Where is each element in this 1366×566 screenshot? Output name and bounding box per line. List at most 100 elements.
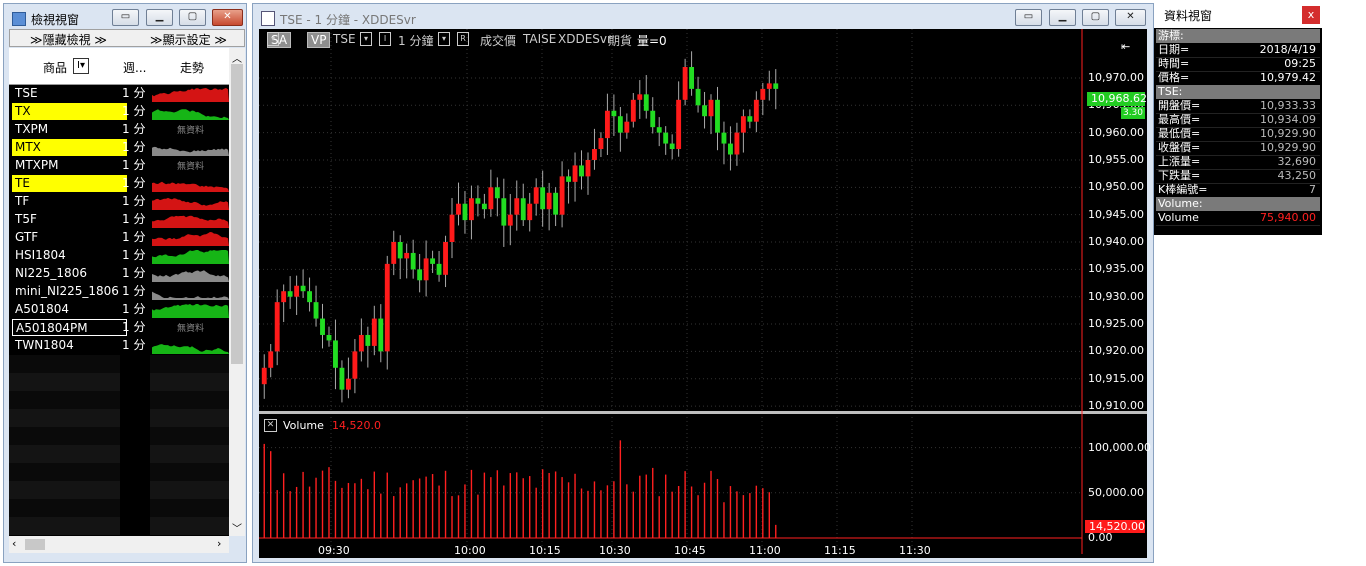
info-row-key: 上漲量= [1158,155,1201,168]
close-button[interactable]: ✕ [212,9,243,26]
watch-row-symbol[interactable]: MTX [12,139,127,156]
scroll-thumb[interactable] [231,64,243,364]
candle-body [430,258,436,264]
sa-dropdown-icon[interactable]: ▾ [267,32,279,46]
watch-row-symbol[interactable]: NI225_1806 [12,265,127,282]
time-tick-label: 09:30 [318,544,350,557]
chart-settings-button[interactable]: ▭ [1015,9,1042,26]
chart-close-button[interactable]: ✕ [1115,9,1146,26]
chart-minimize-button[interactable]: ▁ [1049,9,1076,26]
interval-type-icon[interactable]: I [379,32,391,46]
watch-vertical-scrollbar[interactable]: ︿ ﹀ [229,48,245,536]
watch-row[interactable]: A501804 1 分 [9,301,229,319]
hide-view-button[interactable]: ≫隱藏檢視 ≫ [30,31,107,48]
scroll-down-arrow-icon[interactable]: ﹀ [232,520,242,535]
watch-row-symbol[interactable]: TSE [12,85,127,102]
chart-maximize-button[interactable]: ▢ [1082,9,1109,26]
maximize-button[interactable]: ▢ [179,9,206,26]
watch-row[interactable]: TX 1 分 [9,103,229,121]
watch-empty-row [9,355,229,373]
watch-empty-row [9,517,229,535]
watch-row[interactable]: HSI1804 1 分 [9,247,229,265]
watch-row[interactable]: TXPM 1 分 無資料 [9,121,229,139]
interval-dropdown-icon[interactable]: ▾ [438,32,450,46]
panel-separator [259,411,1147,414]
watch-row[interactable]: TSE 1 分 [9,85,229,103]
watch-row-symbol[interactable]: HSI1804 [12,247,127,264]
watch-row-symbol[interactable]: T5F [12,211,127,228]
display-settings-button[interactable]: ≫顯示設定 ≫ [150,31,227,48]
candle-body [617,116,623,133]
vp-button[interactable]: VP [307,32,331,48]
candle-body [579,165,584,177]
watch-row[interactable]: GTF 1 分 [9,229,229,247]
price-tick-label: 10,915.00 [1088,371,1144,385]
info-row-value: 10,929.90 [1260,127,1316,140]
watch-row-period: 1 分 [122,284,146,298]
watch-row[interactable]: T5F 1 分 [9,211,229,229]
range-icon[interactable]: R [457,32,469,46]
watch-row[interactable]: TE 1 分 [9,175,229,193]
info-row-key: Volume: [1158,197,1203,210]
watch-row-symbol[interactable]: TF [12,193,127,210]
scroll-up-arrow-icon[interactable]: ︿ [232,50,242,65]
settings-button[interactable]: ▭ [112,9,139,26]
candle-body [313,302,319,319]
watch-row-period: 1 分 [122,140,146,154]
watch-row[interactable]: MTXPM 1 分 無資料 [9,157,229,175]
watch-row[interactable]: TF 1 分 [9,193,229,211]
price-tick-label: 10,955.00 [1088,152,1144,166]
scroll-right-arrow-icon[interactable]: › [217,537,221,550]
col-trend[interactable]: 走勢 [180,59,204,76]
info-row: 時間= 09:25 [1156,57,1320,72]
symbol-dropdown-icon[interactable]: ▾ [360,32,372,46]
scroll-left-arrow-icon[interactable]: ‹ [12,537,16,550]
candle-body [391,242,397,264]
price-tick-label: 10,935.00 [1088,262,1144,276]
candle-body [559,176,565,215]
watch-row-symbol[interactable]: TXPM [12,121,127,138]
candle-body [481,203,487,210]
symbol-filter-button[interactable]: I▾ [73,58,89,74]
watch-row-symbol[interactable]: TE [12,175,127,192]
watch-row-period: 1 分 [122,104,146,118]
pin-icon[interactable]: ⇤ [1121,40,1130,53]
watch-row-symbol[interactable]: A501804PM [12,319,127,336]
watch-row[interactable]: NI225_1806 1 分 [9,265,229,283]
minimize-button[interactable]: ▁ [146,9,173,26]
watch-row-symbol[interactable]: TWN1804 [12,337,127,354]
watch-row-symbol[interactable]: mini_NI225_1806 [12,283,127,300]
watch-row-symbol[interactable]: TX [12,103,127,120]
price-tick-label: 10,925.00 [1088,317,1144,331]
chart-app-icon [261,11,275,26]
watch-row[interactable]: MTX 1 分 [9,139,229,157]
watch-row-sparkline [152,86,229,102]
chart-area[interactable]: SA ▾ VP TSE ▾ I 1 分鐘 ▾ R 成交價 TAISE XDDESv… [259,29,1151,558]
col-symbol[interactable]: 商品 [43,59,67,76]
sparkline-area [152,146,229,156]
watch-row[interactable]: TWN1804 1 分 [9,337,229,355]
candle-body [397,242,403,259]
info-row-key: 開盤價= [1158,99,1201,112]
watch-row-symbol[interactable]: A501804 [12,301,127,318]
info-row-key: K棒編號= [1158,183,1208,196]
time-tick-label: 10:00 [454,544,486,557]
watch-row-period: 1 分 [122,230,146,244]
candle-body [773,83,779,89]
candle-body [274,302,280,352]
info-row-key: 下跌量= [1158,169,1201,182]
candle-body [404,252,410,259]
candle-body [689,67,695,89]
watch-row[interactable]: A501804PM 1 分 無資料 [9,319,229,337]
watch-row-symbol[interactable]: GTF [12,229,127,246]
col-period[interactable]: 週... [123,59,146,76]
candle-body [747,116,753,122]
watch-horizontal-scrollbar[interactable]: ‹ › [9,536,229,553]
volume-panel-close-icon[interactable]: ✕ [264,419,277,432]
price-tick-label: 10,970.00 [1088,70,1144,84]
scroll-hthumb[interactable] [25,539,45,550]
watch-row-sparkline [152,266,229,282]
watch-row[interactable]: mini_NI225_1806 1 分 [9,283,229,301]
info-close-button[interactable]: x [1302,6,1320,24]
watch-row-symbol[interactable]: MTXPM [12,157,127,174]
